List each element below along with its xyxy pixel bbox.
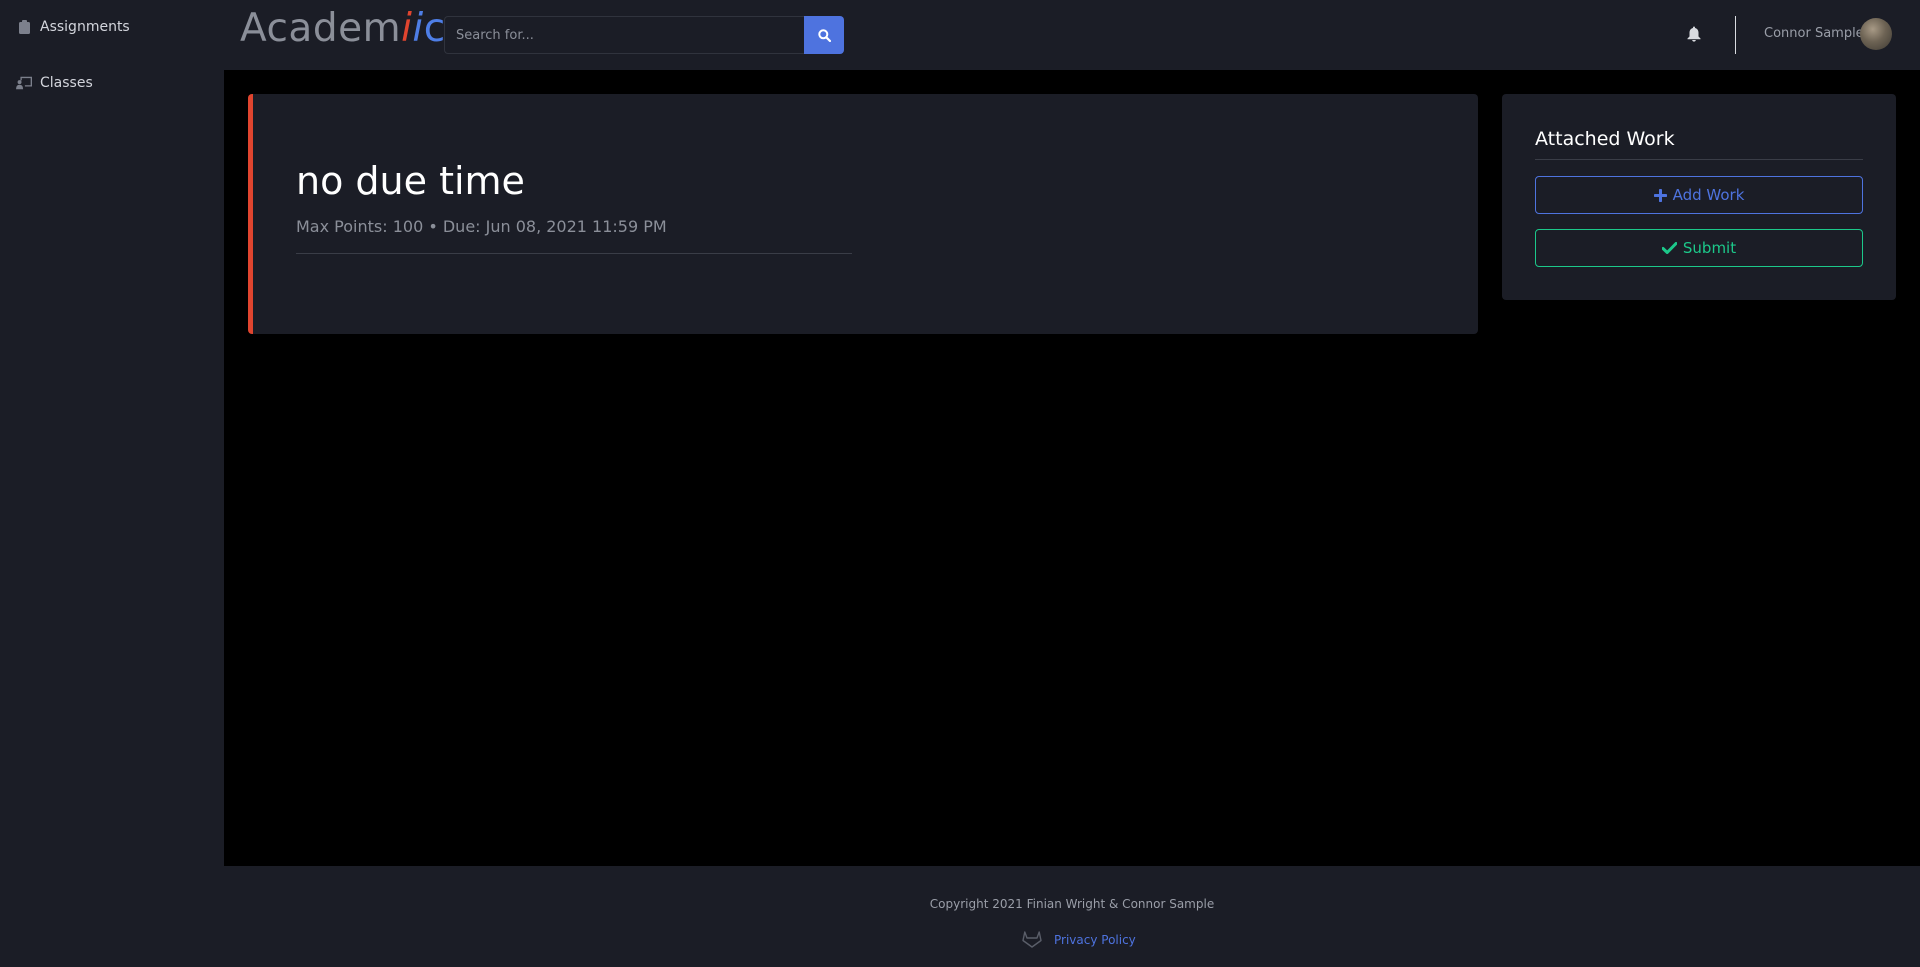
add-work-button[interactable]: Add Work (1535, 176, 1863, 214)
logo-i-blue: i (412, 6, 424, 51)
bell-icon[interactable] (1684, 24, 1704, 44)
search-input[interactable] (444, 16, 806, 54)
sidebar: Assignments Classes (0, 0, 224, 866)
attached-work-title: Attached Work (1535, 128, 1675, 150)
divider (296, 253, 852, 254)
clipboard-icon (16, 19, 32, 35)
assignment-title: no due time (296, 159, 525, 203)
check-icon (1661, 242, 1677, 254)
privacy-policy-link[interactable]: Privacy Policy (1054, 933, 1136, 947)
gitlab-icon[interactable] (1022, 930, 1042, 950)
add-work-label: Add Work (1672, 186, 1745, 204)
topbar-divider (1735, 16, 1736, 54)
logo-c: c (423, 6, 446, 51)
assignment-card: no due time Max Points: 100 • Due: Jun 0… (248, 94, 1478, 334)
user-name[interactable]: Connor Sample (1764, 26, 1864, 41)
sidebar-item-label: Classes (40, 75, 93, 91)
copyright-text: Copyright 2021 Finian Wright & Connor Sa… (929, 897, 1215, 911)
logo-i-red: i (401, 6, 413, 51)
divider (1535, 159, 1863, 160)
search-icon (817, 28, 831, 42)
chalkboard-teacher-icon (16, 75, 32, 91)
sidebar-item-label: Assignments (40, 19, 130, 35)
sidebar-item-assignments[interactable]: Assignments (16, 19, 130, 35)
topbar: Academiic Connor Sample (224, 0, 1920, 70)
submit-label: Submit (1682, 239, 1737, 257)
logo-text: Academ (240, 6, 402, 51)
plus-icon (1653, 188, 1667, 202)
search-button[interactable] (804, 16, 844, 54)
sidebar-item-classes[interactable]: Classes (16, 75, 93, 91)
avatar[interactable] (1860, 18, 1892, 50)
footer-links: Privacy Policy (1022, 930, 1136, 950)
assignment-meta: Max Points: 100 • Due: Jun 08, 2021 11:5… (296, 217, 667, 236)
main-content: no due time Max Points: 100 • Due: Jun 0… (224, 70, 1920, 866)
footer: Copyright 2021 Finian Wright & Connor Sa… (224, 866, 1920, 967)
app-logo[interactable]: Academiic (240, 6, 446, 51)
submit-button[interactable]: Submit (1535, 229, 1863, 267)
attached-work-card: Attached Work Add Work Submit (1502, 94, 1896, 300)
